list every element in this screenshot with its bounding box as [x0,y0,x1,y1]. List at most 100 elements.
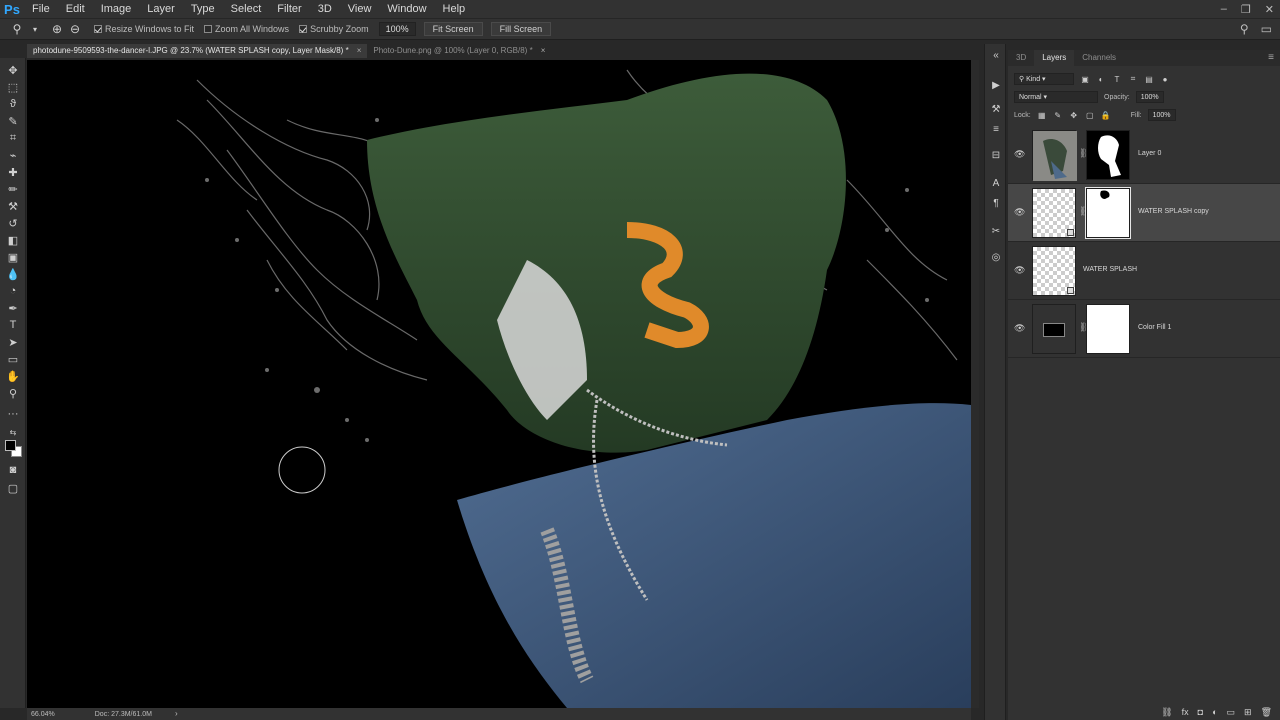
layer-row-color-fill-1[interactable]: 👁 ⛓ Color Fill 1 [1008,300,1280,358]
filter-adjustment-icon[interactable]: ◐ [1096,74,1106,84]
lock-transparent-icon[interactable]: ▦ [1037,110,1047,120]
layer-row-water-splash[interactable]: 👁 WATER SPLASH [1008,242,1280,300]
workspace-icon[interactable]: ▭ [1261,22,1272,36]
lock-image-icon[interactable]: ✎ [1053,110,1063,120]
blur-tool-icon[interactable]: 💧 [4,266,22,282]
scrubby-zoom-checkbox[interactable]: Scrubby Zoom [299,24,369,34]
pen-tool-icon[interactable]: ✒ [4,300,22,316]
paragraph-icon[interactable]: ¶ [989,196,1003,210]
menu-select[interactable]: Select [223,0,270,18]
zoom-tool-icon[interactable]: ⚲ [4,385,22,401]
brush-tool-icon[interactable]: ✏ [4,181,22,197]
tool-preset-chevron-icon[interactable]: ▾ [26,20,44,38]
opacity-field[interactable]: 100% [1135,91,1164,103]
more-tools-icon[interactable]: ··· [4,406,22,422]
actions-play-icon[interactable]: ▶ [989,78,1003,92]
fx-icon[interactable]: fx [1182,707,1189,717]
visibility-eye-icon[interactable]: 👁 [1014,265,1026,275]
zoom-in-icon[interactable]: ⊕ [48,20,66,38]
close-tab-icon[interactable]: × [357,44,362,58]
libraries-icon[interactable]: ⊟ [989,148,1003,162]
lock-artboard-icon[interactable]: ▢ [1085,110,1095,120]
zoom-level-status[interactable]: 66.04% [31,711,55,718]
collapse-panels-icon[interactable]: « [989,48,1003,62]
layer-mask-thumbnail[interactable] [1085,187,1131,239]
foreground-color-swatch[interactable] [5,440,16,451]
fill-field[interactable]: 100% [1147,109,1176,121]
menu-filter[interactable]: Filter [269,0,309,18]
rectangle-tool-icon[interactable]: ▭ [4,351,22,367]
menu-window[interactable]: Window [379,0,434,18]
restore-icon[interactable]: ❐ [1241,3,1251,16]
close-tab-icon[interactable]: × [541,44,546,58]
layer-row-layer-0[interactable]: 👁 ⛓ Layer 0 [1008,126,1280,184]
history-brush-icon[interactable]: ↺ [4,215,22,231]
tab-3d[interactable]: 3D [1008,50,1034,66]
document-canvas[interactable] [27,60,971,708]
3d-icon[interactable]: ◎ [989,250,1003,264]
delete-layer-icon[interactable]: 🗑 [1261,707,1272,718]
filter-pixel-icon[interactable]: ▣ [1080,74,1090,84]
adjustments-icon[interactable]: ≡ [989,122,1003,136]
add-mask-icon[interactable]: ◘ [1198,707,1203,717]
visibility-eye-icon[interactable]: 👁 [1014,207,1026,217]
layer-row-water-splash-copy[interactable]: 👁 ⛓ WATER SPLASH copy [1008,184,1280,242]
search-icon[interactable]: ⚲ [1240,22,1249,36]
menu-type[interactable]: Type [183,0,223,18]
menu-layer[interactable]: Layer [139,0,183,18]
menu-view[interactable]: View [340,0,380,18]
minimize-icon[interactable]: – [1221,3,1227,15]
swap-colors-icon[interactable]: ⇆ [4,424,22,440]
visibility-eye-icon[interactable]: 👁 [1014,149,1026,159]
move-tool-icon[interactable]: ✥ [4,62,22,78]
dodge-tool-icon[interactable]: ◔ [4,283,22,299]
panel-menu-icon[interactable]: ≡ [1268,52,1274,63]
layer-mask-thumbnail[interactable] [1086,130,1130,180]
zoom-out-icon[interactable]: ⊖ [66,20,84,38]
filter-shape-icon[interactable]: ⌗ [1128,74,1138,84]
vertical-scrollbar[interactable] [971,60,979,708]
tab-dancer-document[interactable]: photodune-9509593-the-dancer-l.JPG @ 23.… [27,44,368,58]
zoom-percentage-field[interactable]: 100% [378,22,416,36]
menu-3d[interactable]: 3D [310,0,340,18]
type-tool-icon[interactable]: T [4,317,22,333]
link-layers-icon[interactable]: ⛓ [1161,707,1172,718]
eyedropper-tool-icon[interactable]: ⌁ [4,147,22,163]
quick-select-tool-icon[interactable]: ✎ [4,113,22,129]
healing-brush-icon[interactable]: ✚ [4,164,22,180]
visibility-eye-icon[interactable]: 👁 [1014,323,1026,333]
tools-icon[interactable]: ✂ [989,224,1003,238]
hand-tool-icon[interactable]: ✋ [4,368,22,384]
lock-all-icon[interactable]: 🔒 [1101,110,1111,120]
resize-windows-checkbox[interactable]: Resize Windows to Fit [94,24,194,34]
status-menu-arrow-icon[interactable]: › [175,708,178,720]
fill-screen-button[interactable]: Fill Screen [490,22,552,36]
new-layer-icon[interactable]: ⊞ [1244,707,1252,718]
gradient-tool-icon[interactable]: ▣ [4,249,22,265]
menu-help[interactable]: Help [435,0,474,18]
character-icon[interactable]: A [989,176,1003,190]
lock-position-icon[interactable]: ✥ [1069,110,1079,120]
tab-channels[interactable]: Channels [1074,50,1124,66]
screen-mode-icon[interactable]: ▢ [4,480,22,496]
filter-kind-select[interactable]: ⚲ Kind ▾ [1014,73,1074,85]
path-select-icon[interactable]: ➤ [4,334,22,350]
blend-mode-select[interactable]: Normal ▾ [1014,91,1098,103]
eraser-tool-icon[interactable]: ◧ [4,232,22,248]
tab-layers[interactable]: Layers [1034,50,1075,66]
close-icon[interactable]: ✕ [1265,3,1274,16]
quick-mask-icon[interactable]: ◙ [4,462,22,478]
adjustment-layer-icon[interactable]: ◐ [1212,707,1217,717]
tab-photo-dune-document[interactable]: Photo-Dune.png @ 100% (Layer 0, RGB/8) *… [367,44,551,58]
filter-toggle-icon[interactable]: ● [1160,74,1170,84]
zoom-all-windows-checkbox[interactable]: Zoom All Windows [204,24,289,34]
menu-file[interactable]: File [24,0,58,18]
layer-mask-thumbnail[interactable] [1086,304,1130,354]
color-swatches[interactable] [5,440,23,458]
menu-edit[interactable]: Edit [58,0,93,18]
zoom-tool-icon[interactable]: ⚲ [8,20,26,38]
tool-presets-icon[interactable]: ⚒ [989,102,1003,116]
marquee-tool-icon[interactable]: ⬚ [4,79,22,95]
menu-image[interactable]: Image [93,0,140,18]
filter-smart-object-icon[interactable]: ▤ [1144,74,1154,84]
